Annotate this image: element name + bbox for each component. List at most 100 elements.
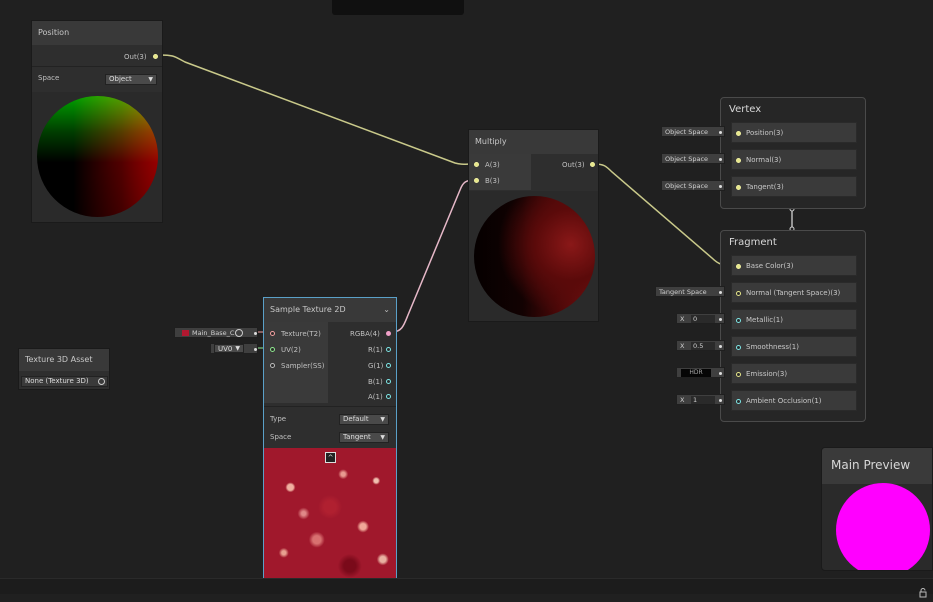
uv-dropdown[interactable]: UV0 ▼ [214, 344, 244, 353]
out-port[interactable] [153, 54, 158, 59]
slot-label: Ambient Occlusion(1) [746, 397, 822, 405]
multiply-preview-sphere [474, 196, 595, 317]
in-a-label: A(3) [485, 161, 500, 169]
slot-label: Metallic(1) [746, 316, 783, 324]
metallic-value-box[interactable]: 0 [691, 315, 715, 323]
slot-port[interactable] [736, 291, 741, 296]
smoothness-value-box[interactable]: 0.5 [691, 342, 715, 350]
texture-in-port[interactable] [270, 331, 275, 336]
slot-port[interactable] [736, 264, 741, 269]
ao-value-box[interactable]: 1 [691, 396, 715, 404]
chevron-down-icon: ▼ [148, 76, 153, 83]
b-out-label: B(1) [368, 378, 383, 386]
node-divider [264, 406, 396, 407]
chevron-down-icon[interactable]: ⌄ [383, 305, 390, 314]
smoothness-field[interactable]: X 0.5 [676, 340, 725, 351]
node-title: Texture 3D Asset [19, 349, 109, 371]
object-picker-icon[interactable] [98, 378, 105, 385]
slot-port[interactable] [736, 318, 741, 323]
vertex-stack[interactable]: Vertex Position(3) Normal(3) Tangent(3) [720, 97, 866, 209]
emission-field[interactable]: HDR [676, 367, 725, 378]
vertex-slot-position[interactable]: Position(3) [731, 122, 857, 143]
slot-label: Normal (Tangent Space)(3) [746, 289, 841, 297]
space-dropdown[interactable]: Object ▼ [105, 74, 157, 85]
slot-label: Smoothness(1) [746, 343, 799, 351]
a-out-port[interactable] [386, 394, 391, 399]
fragment-slot-normal[interactable]: Normal (Tangent Space)(3) [731, 282, 857, 303]
ambient-occlusion-field[interactable]: X 1 [676, 394, 725, 405]
g-out-port[interactable] [386, 363, 391, 368]
edge-sample-to-multiply-b [391, 179, 476, 333]
in-port-a[interactable] [474, 162, 479, 167]
slot-label: Normal(3) [746, 156, 782, 164]
toolbar-tab[interactable] [332, 0, 464, 15]
type-dropdown[interactable]: Default ▼ [339, 414, 389, 425]
texture-3d-asset-node[interactable]: Texture 3D Asset None (Texture 3D) [18, 348, 110, 390]
fragment-slot-emission[interactable]: Emission(3) [731, 363, 857, 384]
texture-3d-field[interactable]: None (Texture 3D) [21, 376, 108, 387]
port-dot [719, 372, 722, 375]
main-preview-panel[interactable]: Main Preview [821, 447, 933, 571]
texture-input-value: Main_Base_C [192, 329, 235, 337]
lock-icon[interactable] [919, 583, 927, 598]
chip-label: Object Space [665, 155, 709, 163]
slot-port[interactable] [736, 131, 741, 136]
uv-input-field[interactable]: UV0 ▼ [210, 343, 258, 354]
chevron-down-icon: ▼ [235, 345, 240, 352]
slot-label: Tangent(3) [746, 183, 784, 191]
port-dot [719, 185, 722, 188]
slot-port[interactable] [736, 185, 741, 190]
hdr-color-swatch[interactable]: HDR [681, 369, 711, 377]
space-label: Space [38, 74, 60, 82]
fragment-normal-chip[interactable]: Tangent Space [655, 286, 725, 297]
port-dot [254, 332, 257, 335]
texture-in-label: Texture(T2) [281, 330, 321, 338]
fragment-slot-ambient-occlusion[interactable]: Ambient Occlusion(1) [731, 390, 857, 411]
vertex-position-chip[interactable]: Object Space [661, 126, 725, 137]
sample-texture-2d-node[interactable]: Sample Texture 2D ⌄ Texture(T2) UV(2) Sa… [263, 297, 397, 580]
out-label: Out(3) [562, 161, 585, 169]
metallic-field[interactable]: X 0 [676, 313, 725, 324]
g-out-label: G(1) [368, 362, 384, 370]
sampler-in-port[interactable] [270, 363, 275, 368]
fragment-slot-smoothness[interactable]: Smoothness(1) [731, 336, 857, 357]
vertex-tangent-chip[interactable]: Object Space [661, 180, 725, 191]
x-label: X [680, 342, 685, 350]
vertex-slot-tangent[interactable]: Tangent(3) [731, 176, 857, 197]
slot-port[interactable] [736, 399, 741, 404]
texture-3d-value: None (Texture 3D) [25, 377, 89, 385]
vertex-slot-normal[interactable]: Normal(3) [731, 149, 857, 170]
collapse-preview-icon[interactable]: ^ [325, 452, 336, 463]
rgba-out-port[interactable] [386, 331, 391, 336]
fragment-slot-base-color[interactable]: Base Color(3) [731, 255, 857, 276]
sampler-in-label: Sampler(SS) [281, 362, 325, 370]
node-title: Position [32, 21, 162, 45]
space-dropdown[interactable]: Tangent ▼ [339, 432, 389, 443]
uv-in-port[interactable] [270, 347, 275, 352]
texture-swatch [182, 330, 189, 336]
port-dot [719, 291, 722, 294]
position-node[interactable]: Position Out(3) Space Object ▼ [31, 20, 163, 223]
port-dot [719, 318, 722, 321]
r-out-port[interactable] [386, 347, 391, 352]
in-port-b[interactable] [474, 178, 479, 183]
b-out-port[interactable] [386, 379, 391, 384]
slot-label: Base Color(3) [746, 262, 794, 270]
slot-port[interactable] [736, 345, 741, 350]
object-picker-icon[interactable] [235, 329, 243, 337]
texture-input-field[interactable]: Main_Base_C [174, 327, 258, 338]
node-title: Sample Texture 2D [264, 298, 396, 322]
slot-port[interactable] [736, 158, 741, 163]
vertex-normal-chip[interactable]: Object Space [661, 153, 725, 164]
fragment-slot-metallic[interactable]: Metallic(1) [731, 309, 857, 330]
out-port[interactable] [590, 162, 595, 167]
type-value: Default [343, 415, 369, 423]
type-label: Type [270, 415, 287, 423]
x-label: X [680, 396, 685, 404]
slot-label: Position(3) [746, 129, 784, 137]
slot-port[interactable] [736, 372, 741, 377]
main-preview-sphere[interactable] [836, 483, 930, 570]
fragment-stack[interactable]: Fragment Base Color(3) Normal (Tangent S… [720, 230, 866, 422]
uv-in-label: UV(2) [281, 346, 301, 354]
multiply-node[interactable]: Multiply A(3) B(3) Out(3) [468, 129, 599, 322]
